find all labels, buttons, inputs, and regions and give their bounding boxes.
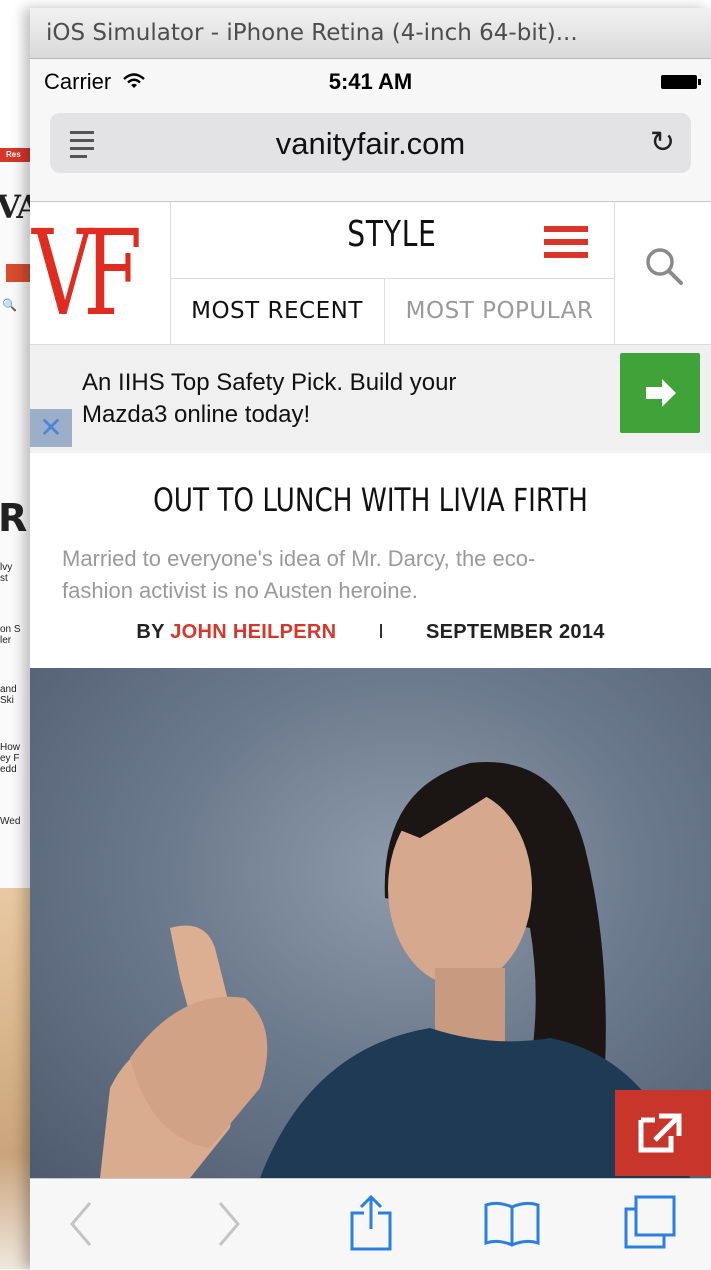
browser-toolbar: [30, 1178, 711, 1270]
background-text-line: ler: [0, 635, 12, 646]
background-text-line: on S: [0, 624, 21, 635]
share-button[interactable]: [615, 1090, 711, 1176]
external-link-icon: [638, 1113, 682, 1153]
background-text-line: Wed: [0, 816, 21, 827]
article-dek: Married to everyone's idea of Mr. Darcy,…: [62, 543, 671, 607]
url-text[interactable]: vanityfair.com: [50, 126, 691, 162]
background-text-line: edd: [0, 764, 17, 775]
back-icon[interactable]: [66, 1199, 96, 1254]
tabs-icon[interactable]: [622, 1193, 678, 1256]
article-photo: [30, 668, 711, 1178]
background-text-line: and: [0, 684, 17, 695]
ad-text-line-2: Mazda3 online today!: [82, 401, 311, 428]
ad-arrow-button[interactable]: [620, 353, 700, 433]
ad-text[interactable]: An IIHS Top Safety Pick. Build your Mazd…: [82, 367, 602, 431]
article-byline: BY JOHN HEILPERN I SEPTEMBER 2014: [30, 621, 711, 644]
menu-icon[interactable]: [544, 226, 588, 265]
forward-icon[interactable]: [214, 1199, 244, 1254]
ad-close-icon[interactable]: ✕: [30, 409, 72, 447]
background-text-line: How: [0, 742, 21, 753]
vf-logo-text: VF: [32, 204, 142, 342]
article-headline[interactable]: OUT TO LUNCH WITH LIVIA FIRTH: [91, 481, 649, 519]
bookmarks-icon[interactable]: [482, 1199, 542, 1254]
vf-logo[interactable]: VF: [30, 202, 171, 344]
byline-separator: I: [378, 621, 385, 643]
share-icon[interactable]: [348, 1193, 394, 1256]
author-link[interactable]: JOHN HEILPERN: [170, 621, 336, 643]
ad-banner[interactable]: An IIHS Top Safety Pick. Build your Mazd…: [30, 345, 711, 453]
background-text-line: Ski: [0, 695, 14, 706]
section-title[interactable]: STYLE: [219, 214, 565, 255]
byline-prefix: BY: [136, 621, 165, 643]
background-text-line: st: [0, 573, 8, 584]
background-search-icon: 🔍: [2, 298, 17, 312]
background-text-line: ey F: [0, 753, 20, 764]
status-bar: Carrier 5:41 AM: [30, 59, 711, 105]
site-header: VF STYLE MOST RECENT MOST POPULAR: [30, 202, 711, 345]
battery-icon: [661, 75, 701, 89]
ad-text-line-1: An IIHS Top Safety Pick. Build your: [82, 369, 457, 396]
portrait-illustration: [100, 762, 690, 1178]
address-bar[interactable]: vanityfair.com ↻: [50, 113, 691, 173]
article-date: SEPTEMBER 2014: [425, 621, 605, 643]
tab-most-popular[interactable]: MOST POPULAR: [385, 279, 615, 344]
section-header: STYLE: [170, 202, 615, 279]
arrow-right-icon: [646, 379, 676, 407]
article-dek-line-1: Married to everyone's idea of Mr. Darcy,…: [62, 546, 536, 571]
article-header: OUT TO LUNCH WITH LIVIA FIRTH Married to…: [30, 453, 711, 679]
background-text-line: lvy: [0, 562, 13, 573]
reload-icon[interactable]: ↻: [650, 125, 675, 160]
status-time: 5:41 AM: [328, 69, 413, 94]
address-bar-area: vanityfair.com ↻: [30, 105, 711, 202]
background-heading-letter: R: [0, 496, 28, 540]
article-dek-line-2: fashion activist is no Austen heroine.: [62, 578, 418, 603]
window-title[interactable]: iOS Simulator - iPhone Retina (4-inch 64…: [30, 8, 711, 59]
tab-most-recent[interactable]: MOST RECENT: [170, 279, 385, 344]
search-icon[interactable]: [644, 246, 683, 285]
